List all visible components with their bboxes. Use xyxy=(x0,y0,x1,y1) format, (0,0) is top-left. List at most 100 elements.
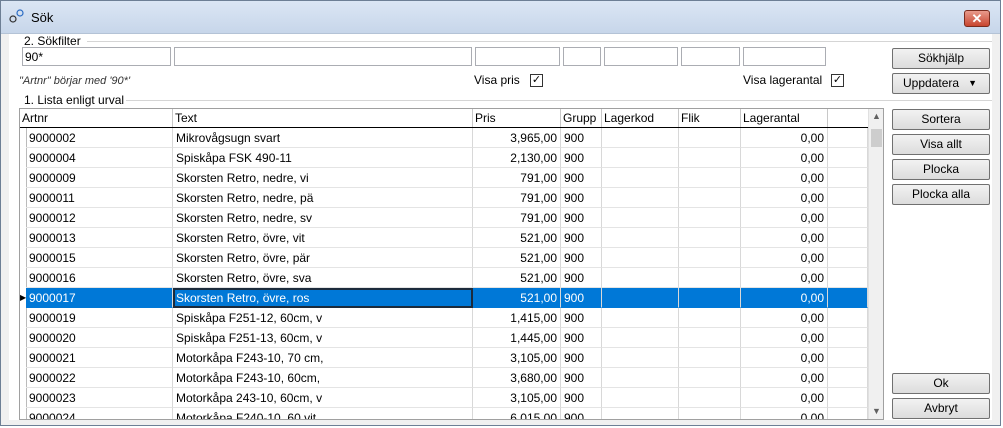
client-area: 2. Sökfilter "Artnr" börjar med '90*' Vi… xyxy=(9,34,992,420)
cell-flik xyxy=(679,208,741,228)
artnr-filter-input[interactable] xyxy=(22,47,171,66)
cell-filler xyxy=(828,348,868,368)
table-row[interactable]: 9000004 Spiskåpa FSK 490-11 2,130,00 900 0,0… xyxy=(20,148,868,168)
plocka-button[interactable]: Plocka xyxy=(892,159,990,180)
cell-text: Skorsten Retro, övre, pär xyxy=(173,248,473,268)
cell-grupp: 900 xyxy=(561,248,602,268)
cell-grupp: 900 xyxy=(561,148,602,168)
lagerantal-filter-input[interactable] xyxy=(743,47,826,66)
cell-flik xyxy=(679,168,741,188)
cell-flik xyxy=(679,368,741,388)
cell-pris: 521,00 xyxy=(473,228,561,248)
cell-artnr: 9000024 xyxy=(26,408,173,419)
cell-filler xyxy=(828,288,868,308)
sokhjalp-button[interactable]: Sökhjälp xyxy=(892,48,990,69)
filter-group-label: 2. Sökfilter xyxy=(22,34,83,48)
table-row[interactable]: 9000009 Skorsten Retro, nedre, vi 791,00 90… xyxy=(20,168,868,188)
cell-lagerkod xyxy=(602,368,679,388)
cell-lagerantal: 0,00 xyxy=(741,268,828,288)
cell-pris: 3,965,00 xyxy=(473,128,561,148)
cell-flik xyxy=(679,148,741,168)
table-row[interactable]: 9000019 Spiskåpa F251-12, 60cm, v 1,415,00… xyxy=(20,308,868,328)
grid-header: Artnr Text Pris Grupp Lagerkod Flik Lage… xyxy=(20,109,883,128)
cell-text: Spiskåpa FSK 490-11 xyxy=(173,148,473,168)
uppdatera-label: Uppdatera xyxy=(903,76,960,90)
search-window: Sök ✕ 2. Sökfilter "Artnr" börjar med '9… xyxy=(0,0,1001,426)
close-button[interactable]: ✕ xyxy=(964,10,990,27)
visa-allt-button[interactable]: Visa allt xyxy=(892,134,990,155)
col-header-text[interactable]: Text xyxy=(173,109,473,127)
cell-grupp: 900 xyxy=(561,128,602,148)
scroll-thumb[interactable] xyxy=(871,129,882,147)
cell-lagerkod xyxy=(602,248,679,268)
plocka-alla-button[interactable]: Plocka alla xyxy=(892,184,990,205)
sortera-button[interactable]: Sortera xyxy=(892,109,990,130)
cell-artnr: 9000016 xyxy=(26,268,173,288)
cell-lagerkod xyxy=(602,308,679,328)
cell-flik xyxy=(679,188,741,208)
cell-flik xyxy=(679,348,741,368)
cell-grupp: 900 xyxy=(561,288,602,308)
table-row[interactable]: 9000002 Mikrovågsugn svart 3,965,00 900 0,00 xyxy=(20,128,868,148)
uppdatera-button[interactable]: Uppdatera ▼ xyxy=(892,73,990,94)
cell-pris: 3,105,00 xyxy=(473,348,561,368)
table-row[interactable]: 9000021 Motorkåpa F243-10, 70 cm, 3,105,00… xyxy=(20,348,868,368)
table-row[interactable]: 9000015 Skorsten Retro, övre, pär 521,00 90… xyxy=(20,248,868,268)
col-header-artnr[interactable]: Artnr xyxy=(20,109,173,127)
table-row[interactable]: 9000016 Skorsten Retro, övre, sva 521,00 90… xyxy=(20,268,868,288)
col-header-pris[interactable]: Pris xyxy=(473,109,561,127)
cell-lagerantal: 0,00 xyxy=(741,348,828,368)
table-row[interactable]: 9000011 Skorsten Retro, nedre, pä 791,00 90… xyxy=(20,188,868,208)
title-bar[interactable]: Sök ✕ xyxy=(1,1,1000,34)
cell-text: Mikrovågsugn svart xyxy=(173,128,473,148)
cell-artnr: 9000004 xyxy=(26,148,173,168)
flik-filter-input[interactable] xyxy=(681,47,740,66)
text-filter-input[interactable] xyxy=(174,47,472,66)
filter-group-line xyxy=(87,41,992,42)
table-row[interactable]: 9000013 Skorsten Retro, övre, vit 521,00 90… xyxy=(20,228,868,248)
table-row[interactable]: 9000024 Motorkåpa F240-10, 60 vit 6,015,00… xyxy=(20,408,868,419)
table-row[interactable]: 9000012 Skorsten Retro, nedre, sv 791,00 90… xyxy=(20,208,868,228)
visa-lagerantal-label: Visa lagerantal xyxy=(743,73,823,87)
cell-lagerkod xyxy=(602,168,679,188)
dropdown-arrow-icon: ▼ xyxy=(968,78,977,88)
cell-filler xyxy=(828,188,868,208)
cell-grupp: 900 xyxy=(561,228,602,248)
vertical-scrollbar[interactable]: ▲ ▼ xyxy=(868,109,883,419)
cell-lagerantal: 0,00 xyxy=(741,388,828,408)
filter-hint: "Artnr" börjar med '90*' xyxy=(19,75,131,87)
visa-lagerantal-checkbox[interactable]: ✓ xyxy=(831,74,844,87)
cell-artnr: 9000017 xyxy=(26,288,173,308)
grupp-filter-input[interactable] xyxy=(563,47,601,66)
cell-filler xyxy=(828,208,868,228)
lagerkod-filter-input[interactable] xyxy=(604,47,678,66)
cell-lagerantal: 0,00 xyxy=(741,408,828,419)
cell-text: Motorkåpa F243-10, 60cm, xyxy=(173,368,473,388)
cell-filler xyxy=(828,268,868,288)
table-row[interactable]: ▶ 9000017 Skorsten Retro, övre, ros 521,00 9… xyxy=(20,288,868,308)
table-row[interactable]: 9000020 Spiskåpa F251-13, 60cm, v 1,445,00… xyxy=(20,328,868,348)
cell-lagerantal: 0,00 xyxy=(741,328,828,348)
scroll-up-icon[interactable]: ▲ xyxy=(869,109,883,124)
col-header-lagerkod[interactable]: Lagerkod xyxy=(602,109,679,127)
cell-filler xyxy=(828,328,868,348)
cell-filler xyxy=(828,248,868,268)
cell-grupp: 900 xyxy=(561,348,602,368)
cell-artnr: 9000009 xyxy=(26,168,173,188)
cell-text: Skorsten Retro, övre, sva xyxy=(173,268,473,288)
cell-text: Skorsten Retro, övre, ros xyxy=(173,288,473,308)
visa-pris-checkbox[interactable]: ✓ xyxy=(530,74,543,87)
col-header-lagerantal[interactable]: Lagerantal xyxy=(741,109,828,127)
cell-filler xyxy=(828,168,868,188)
ok-button[interactable]: Ok xyxy=(892,373,990,394)
col-header-flik[interactable]: Flik xyxy=(679,109,741,127)
cell-grupp: 900 xyxy=(561,328,602,348)
table-row[interactable]: 9000023 Motorkåpa 243-10, 60cm, v 3,105,00… xyxy=(20,388,868,408)
pris-filter-input[interactable] xyxy=(475,47,560,66)
cell-artnr: 9000019 xyxy=(26,308,173,328)
scroll-down-icon[interactable]: ▼ xyxy=(869,404,883,419)
table-row[interactable]: 9000022 Motorkåpa F243-10, 60cm, 3,680,00 9… xyxy=(20,368,868,388)
col-header-grupp[interactable]: Grupp xyxy=(561,109,602,127)
list-group-line xyxy=(124,100,992,101)
avbryt-button[interactable]: Avbryt xyxy=(892,398,990,419)
